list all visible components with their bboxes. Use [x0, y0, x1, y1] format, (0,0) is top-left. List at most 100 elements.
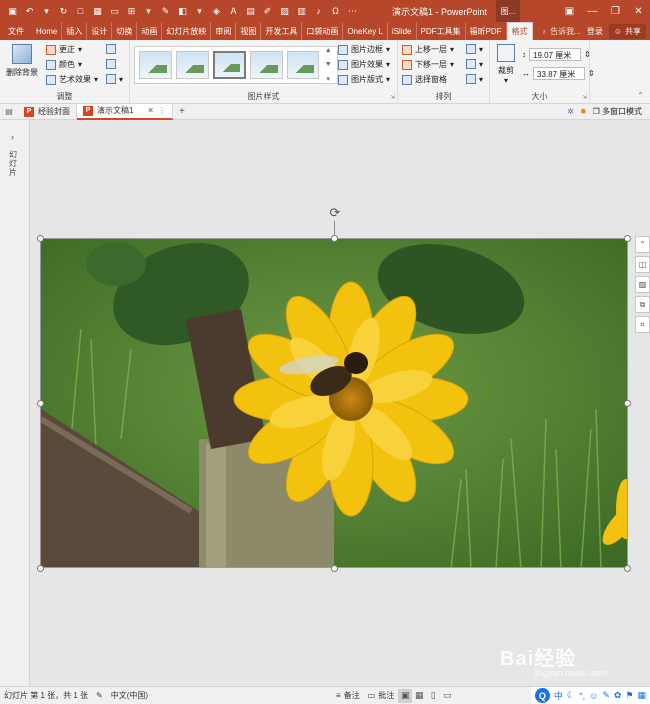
comments-button[interactable]: ▭ 批注 — [364, 690, 399, 701]
doc-tab-cover[interactable]: P 经验封面 — [18, 103, 77, 120]
tab-transitions[interactable]: 切换 — [112, 22, 138, 40]
minimize-icon[interactable]: — — [581, 0, 604, 22]
change-picture-button[interactable] — [106, 59, 116, 69]
copy-icon[interactable]: ⧉ — [635, 296, 650, 313]
picture-effects-button[interactable]: 图片效果 ▾ — [338, 59, 390, 70]
slideshow-view-icon[interactable]: ▭ — [440, 689, 454, 703]
ribbon-display-options-icon[interactable]: ▣ — [558, 0, 581, 22]
chevron-down-icon[interactable]: ▾ — [38, 2, 55, 20]
artistic-effects-button[interactable]: 艺术效果 ▾ — [46, 74, 98, 85]
picture-style-2[interactable] — [175, 51, 209, 79]
expand-pane-icon[interactable]: › — [11, 132, 14, 142]
multi-window-button[interactable]: ❐ 多窗口模式 — [593, 106, 642, 117]
resize-handle-bottom-left[interactable] — [37, 565, 44, 572]
login-link[interactable]: 登录 — [587, 26, 603, 37]
resize-handle-bottom-right[interactable] — [624, 565, 631, 572]
table-icon[interactable]: ▦ — [89, 2, 106, 20]
send-backward-button[interactable]: 下移一层 ▾ — [402, 59, 454, 70]
chevron-down-icon[interactable]: ▾ — [140, 2, 157, 20]
ime-mode[interactable]: 中 — [554, 689, 563, 702]
height-input[interactable]: 19.07 厘米 — [529, 48, 581, 61]
share-button[interactable]: ☺ 共享 — [608, 23, 646, 39]
tab-foxit-pdf[interactable]: 福昕PDF — [466, 22, 507, 40]
picture-style-3[interactable] — [212, 51, 246, 79]
tab-slideshow[interactable]: 幻灯片放映 — [162, 22, 212, 40]
format-painter-icon[interactable]: ✐ — [259, 2, 276, 20]
font-color-icon[interactable]: A — [225, 2, 242, 20]
selected-picture[interactable] — [40, 238, 628, 568]
picture-icon[interactable]: ▨ — [635, 276, 650, 293]
collapse-ribbon-icon[interactable]: ⌃ — [637, 91, 644, 100]
undo-icon[interactable]: ↶ — [21, 2, 38, 20]
notes-button[interactable]: ≡ 备注 — [332, 690, 364, 701]
tab-review[interactable]: 审阅 — [211, 22, 237, 40]
arrange-icon[interactable]: ⊞ — [123, 2, 140, 20]
tab-home[interactable]: Home — [32, 22, 63, 40]
chevron-down-icon[interactable]: ▼ — [325, 61, 332, 68]
layout-options-icon[interactable]: ◫ — [635, 256, 650, 273]
width-input[interactable]: 33.87 厘米 — [533, 67, 585, 80]
chart-icon[interactable]: ▥ — [293, 2, 310, 20]
tools-icon[interactable]: ✎ — [602, 690, 610, 701]
tab-pocket-animation[interactable]: 口袋动画 — [302, 22, 344, 40]
crop-tool-icon[interactable]: ⌗ — [635, 316, 650, 333]
tab-animations[interactable]: 动画 — [137, 22, 163, 40]
resize-handle-top-left[interactable] — [37, 235, 44, 242]
new-tab-button[interactable]: + — [173, 106, 191, 117]
slide-sorter-icon[interactable]: ▦ — [412, 689, 426, 703]
picture-icon[interactable]: ▨ — [276, 2, 293, 20]
tab-pdf-tools[interactable]: PDF工具集 — [417, 22, 466, 40]
height-spinner-icon[interactable]: ⇕ — [584, 50, 591, 59]
redo-icon[interactable]: ↻ — [55, 2, 72, 20]
tab-design[interactable]: 设计 — [87, 22, 113, 40]
normal-view-icon[interactable]: ▣ — [398, 688, 413, 703]
bring-forward-button[interactable]: 上移一层 ▾ — [402, 44, 454, 55]
audio-icon[interactable]: ♪ — [310, 2, 327, 20]
spellcheck-icon[interactable]: ✎ — [92, 691, 107, 700]
tab-islide[interactable]: iSlide — [388, 22, 417, 40]
gallery-more-icon[interactable]: ▾ — [326, 75, 330, 83]
ime-logo-icon[interactable]: Q — [534, 688, 550, 703]
restore-icon[interactable]: ❐ — [604, 0, 627, 22]
picture-border-button[interactable]: 图片边框 ▾ — [338, 44, 390, 55]
new-file-icon[interactable]: □ — [72, 2, 89, 20]
reset-picture-button[interactable]: ▾ — [106, 74, 123, 84]
width-spinner-icon[interactable]: ⇕ — [588, 69, 595, 78]
collapse-up-icon[interactable]: ⌃ — [635, 236, 650, 253]
paste-icon[interactable]: ▤ — [242, 2, 259, 20]
color-button[interactable]: 颜色 ▾ — [46, 59, 82, 70]
picture-style-5[interactable] — [286, 51, 320, 79]
picture-style-1[interactable] — [139, 51, 172, 79]
close-tab-icon[interactable]: ✕ — [147, 106, 154, 115]
symbol-icon[interactable]: Ω — [327, 2, 344, 20]
tab-developer[interactable]: 开发工具 — [261, 22, 303, 40]
shirt-icon[interactable]: ⚑ — [625, 690, 633, 701]
selection-pane-button[interactable]: 选择窗格 — [402, 74, 447, 85]
shape-fill-icon[interactable]: ◧ — [174, 2, 191, 20]
eyedropper-icon[interactable]: ✎ — [157, 2, 174, 20]
moon-icon[interactable]: ☾ — [567, 690, 575, 701]
settings-gear-icon[interactable]: ✹ — [580, 107, 587, 116]
emoji-icon[interactable]: ☺ — [589, 691, 598, 701]
align-button[interactable]: ▾ — [466, 44, 483, 54]
resize-handle-top[interactable] — [331, 235, 338, 242]
chevron-down-icon[interactable]: ▾ — [191, 2, 208, 20]
dialog-launcher-icon[interactable]: ⇲ — [582, 94, 587, 101]
rotate-button[interactable]: ▾ — [466, 74, 483, 84]
slides-pane-label[interactable]: 幻灯片 — [9, 150, 19, 177]
resize-handle-right[interactable] — [624, 400, 631, 407]
plugin-icon[interactable]: ✲ — [567, 107, 574, 116]
crop-button[interactable]: 裁剪 ▾ — [494, 44, 518, 85]
more-icon[interactable]: ⋯ — [344, 2, 361, 20]
corrections-button[interactable]: 更正 ▾ — [46, 44, 82, 55]
dialog-launcher-icon[interactable]: ⇲ — [390, 94, 395, 101]
resize-handle-left[interactable] — [37, 400, 44, 407]
reading-view-icon[interactable]: ▯ — [426, 689, 440, 703]
doc-tabs-home-icon[interactable]: ▤ — [0, 107, 18, 116]
tab-onekey[interactable]: OneKey L — [343, 22, 388, 40]
tab-file[interactable]: 文件 — [0, 22, 32, 40]
tab-menu-icon[interactable]: ⋮ — [158, 106, 166, 115]
skin-icon[interactable]: ✿ — [614, 690, 622, 701]
picture-style-4[interactable] — [249, 51, 283, 79]
punctuation-icon[interactable]: °, — [579, 691, 585, 701]
